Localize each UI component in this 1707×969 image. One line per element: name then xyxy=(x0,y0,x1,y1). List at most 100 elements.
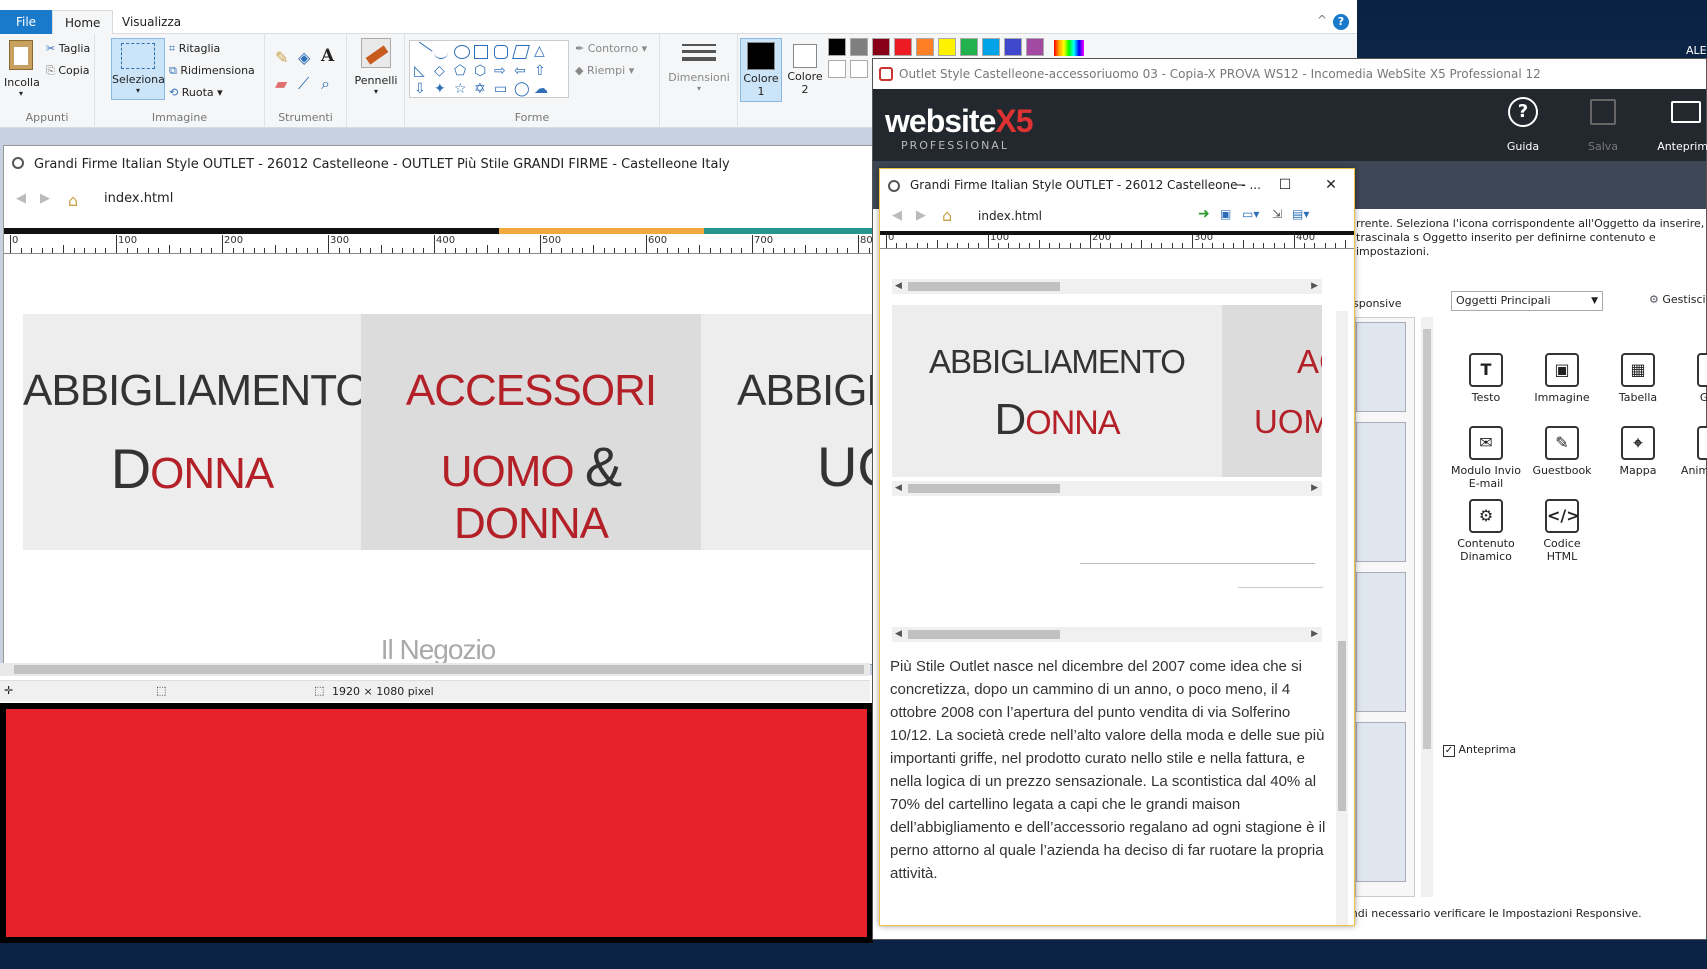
fill-bucket-icon[interactable]: ◈ xyxy=(298,48,310,67)
oval-shape-icon[interactable] xyxy=(454,45,470,59)
palette-swatch[interactable] xyxy=(828,38,846,56)
guide-button[interactable]: ? Guida xyxy=(1488,95,1558,155)
page-thumbnail[interactable] xyxy=(1356,572,1406,712)
objects-category-select[interactable]: Oggetti Principali ▼ xyxy=(1451,291,1603,311)
magnifier-icon[interactable]: ⌕ xyxy=(321,74,330,94)
palette-swatch[interactable] xyxy=(872,38,890,56)
pentagon-shape-icon[interactable]: ⬠ xyxy=(454,64,468,79)
page-thumbnails-panel[interactable] xyxy=(1355,317,1415,897)
object-mappa[interactable]: ⌖ Mappa xyxy=(1603,426,1673,477)
color2-button[interactable]: Colore 2 xyxy=(784,38,826,102)
view-mode-icon[interactable]: ▭▾ xyxy=(1242,207,1259,221)
go-arrow-icon[interactable]: ➜ xyxy=(1198,206,1210,222)
object-contenuto-dinamico[interactable]: ⚙ Contenuto Dinamico xyxy=(1451,499,1521,563)
page-thumbnail[interactable] xyxy=(1356,322,1406,412)
outline-button[interactable]: ✒ Contorno ▾ xyxy=(575,42,647,55)
palette-swatch[interactable] xyxy=(1004,38,1022,56)
copy-button[interactable]: ⎘ Copia xyxy=(46,64,90,78)
preview-card-accessori[interactable]: AC UOMO xyxy=(1222,305,1322,477)
palette-swatch[interactable] xyxy=(960,38,978,56)
curve-shape-icon[interactable] xyxy=(434,45,448,59)
scroll-thumb[interactable] xyxy=(908,484,1060,493)
text-tool-icon[interactable]: A xyxy=(321,46,334,66)
arrow-down-shape-icon[interactable]: ⇩ xyxy=(414,82,428,97)
maximize-button[interactable]: ☐ xyxy=(1262,169,1308,201)
crop-button[interactable]: ⌗ Ritaglia xyxy=(169,42,220,56)
preview-hscroll-1[interactable]: ◀ ▶ xyxy=(892,279,1322,294)
palette-swatch[interactable] xyxy=(1026,38,1044,56)
paint-horizontal-scrollbar[interactable] xyxy=(0,663,870,676)
manage-button[interactable]: ⚙ Gestisci xyxy=(1649,293,1706,306)
palette-empty-swatch[interactable] xyxy=(850,60,868,78)
diamond-shape-icon[interactable]: ◇ xyxy=(434,64,448,79)
preview-url[interactable]: index.html xyxy=(978,209,1042,223)
five-star-shape-icon[interactable]: ☆ xyxy=(454,82,468,97)
palette-empty-swatch[interactable] xyxy=(828,60,846,78)
paint-browser-url[interactable]: index.html xyxy=(104,191,173,206)
object-modulo-invio-e-mail[interactable]: ✉ Modulo Invio E-mail xyxy=(1451,426,1521,490)
palette-swatch[interactable] xyxy=(894,38,912,56)
shapes-gallery[interactable]: △ ◺ ◇ ⬠ ⬡ ⇨ ⇦ ⇧ ⇩ ✦ ☆ ✡ ▭ ◯ ☁ xyxy=(409,40,569,98)
polygon-shape-icon[interactable] xyxy=(512,45,530,59)
hexagon-shape-icon[interactable]: ⬡ xyxy=(474,64,488,79)
arrow-right-shape-icon[interactable]: ⇨ xyxy=(494,64,508,79)
page-thumbnail[interactable] xyxy=(1356,722,1406,882)
scroll-thumb[interactable] xyxy=(908,282,1060,291)
palette-swatch[interactable] xyxy=(916,38,934,56)
paste-button[interactable]: Incolla ▾ xyxy=(4,40,40,98)
forward-arrow-icon[interactable]: ▶ xyxy=(40,191,50,206)
palette-swatch[interactable] xyxy=(938,38,956,56)
card-abbigliamento-uomo[interactable]: ABBIGLIA UO xyxy=(701,314,872,550)
preview-button[interactable]: Anteprima xyxy=(1651,95,1707,155)
object-guestbook[interactable]: ✎ Guestbook xyxy=(1527,426,1597,477)
preview-card-abbigliamento-donna[interactable]: ABBIGLIAMENTO DONNA xyxy=(892,305,1222,477)
palette-swatch[interactable] xyxy=(982,38,1000,56)
home-icon[interactable]: ⌂ xyxy=(942,206,958,225)
page-thumbnail[interactable] xyxy=(1356,422,1406,562)
scroll-right-icon[interactable]: ▶ xyxy=(1311,481,1318,496)
scroll-thumb[interactable] xyxy=(1338,641,1346,811)
scroll-right-icon[interactable]: ▶ xyxy=(1311,279,1318,294)
forward-arrow-icon[interactable]: ▶ xyxy=(916,208,926,223)
preview-hscroll-3[interactable]: ◀ ▶ xyxy=(892,627,1322,642)
pencil-icon[interactable]: ✎ xyxy=(275,48,288,67)
paint-scroll-thumb[interactable] xyxy=(14,665,864,674)
right-triangle-shape-icon[interactable]: ◺ xyxy=(414,64,428,79)
eraser-icon[interactable]: ▰ xyxy=(275,74,287,93)
card-abbigliamento-donna[interactable]: ABBIGLIAMENTO DONNA xyxy=(23,314,370,550)
back-arrow-icon[interactable]: ◀ xyxy=(16,191,26,206)
tab-file[interactable]: File xyxy=(0,10,52,34)
scroll-left-icon[interactable]: ◀ xyxy=(895,627,902,642)
size-button[interactable]: Dimensioni ▾ xyxy=(668,40,730,93)
object-testo[interactable]: T Testo xyxy=(1451,353,1521,404)
preview-vertical-scrollbar[interactable] xyxy=(1336,311,1348,925)
collapse-ribbon-icon[interactable]: ^ xyxy=(1317,13,1327,27)
scroll-left-icon[interactable]: ◀ xyxy=(895,279,902,294)
object-animaz-flas[interactable]: ▶ Animaz Flas xyxy=(1679,426,1707,477)
back-arrow-icon[interactable]: ◀ xyxy=(892,208,902,223)
resize-button[interactable]: ⧉ Ridimensiona xyxy=(169,64,255,78)
four-star-shape-icon[interactable]: ✦ xyxy=(434,82,448,97)
triangle-shape-icon[interactable]: △ xyxy=(534,44,548,59)
object-codice-html[interactable]: </> Codice HTML xyxy=(1527,499,1597,563)
color1-button[interactable]: Colore 1 xyxy=(740,38,782,102)
rotate-button[interactable]: ⟲ Ruota ▾ xyxy=(169,86,223,99)
select-button[interactable]: Seleziona ▾ xyxy=(111,38,165,100)
thumbnails-scrollbar[interactable] xyxy=(1421,317,1433,897)
tab-home[interactable]: Home xyxy=(52,10,114,35)
cursor-icon[interactable]: ⇲ xyxy=(1272,207,1282,221)
tab-view[interactable]: Visualizza xyxy=(110,10,193,34)
close-button[interactable]: ✕ xyxy=(1308,169,1354,201)
card-accessori[interactable]: ACCESSORI UOMO & DONNA xyxy=(361,314,701,550)
scroll-right-icon[interactable]: ▶ xyxy=(1311,627,1318,642)
palette-swatch[interactable] xyxy=(850,38,868,56)
scroll-left-icon[interactable]: ◀ xyxy=(895,481,902,496)
edit-colors-icon[interactable] xyxy=(1054,40,1084,56)
scroll-thumb[interactable] xyxy=(908,630,1060,639)
object-galle[interactable]: ▤ Galle xyxy=(1679,353,1707,404)
arrow-up-shape-icon[interactable]: ⇧ xyxy=(534,64,548,79)
rounded-rect-shape-icon[interactable] xyxy=(494,45,508,59)
object-tabella[interactable]: ▦ Tabella xyxy=(1603,353,1673,404)
fill-button[interactable]: ◆ Riempi ▾ xyxy=(575,64,634,77)
home-icon[interactable]: ⌂ xyxy=(68,191,84,210)
